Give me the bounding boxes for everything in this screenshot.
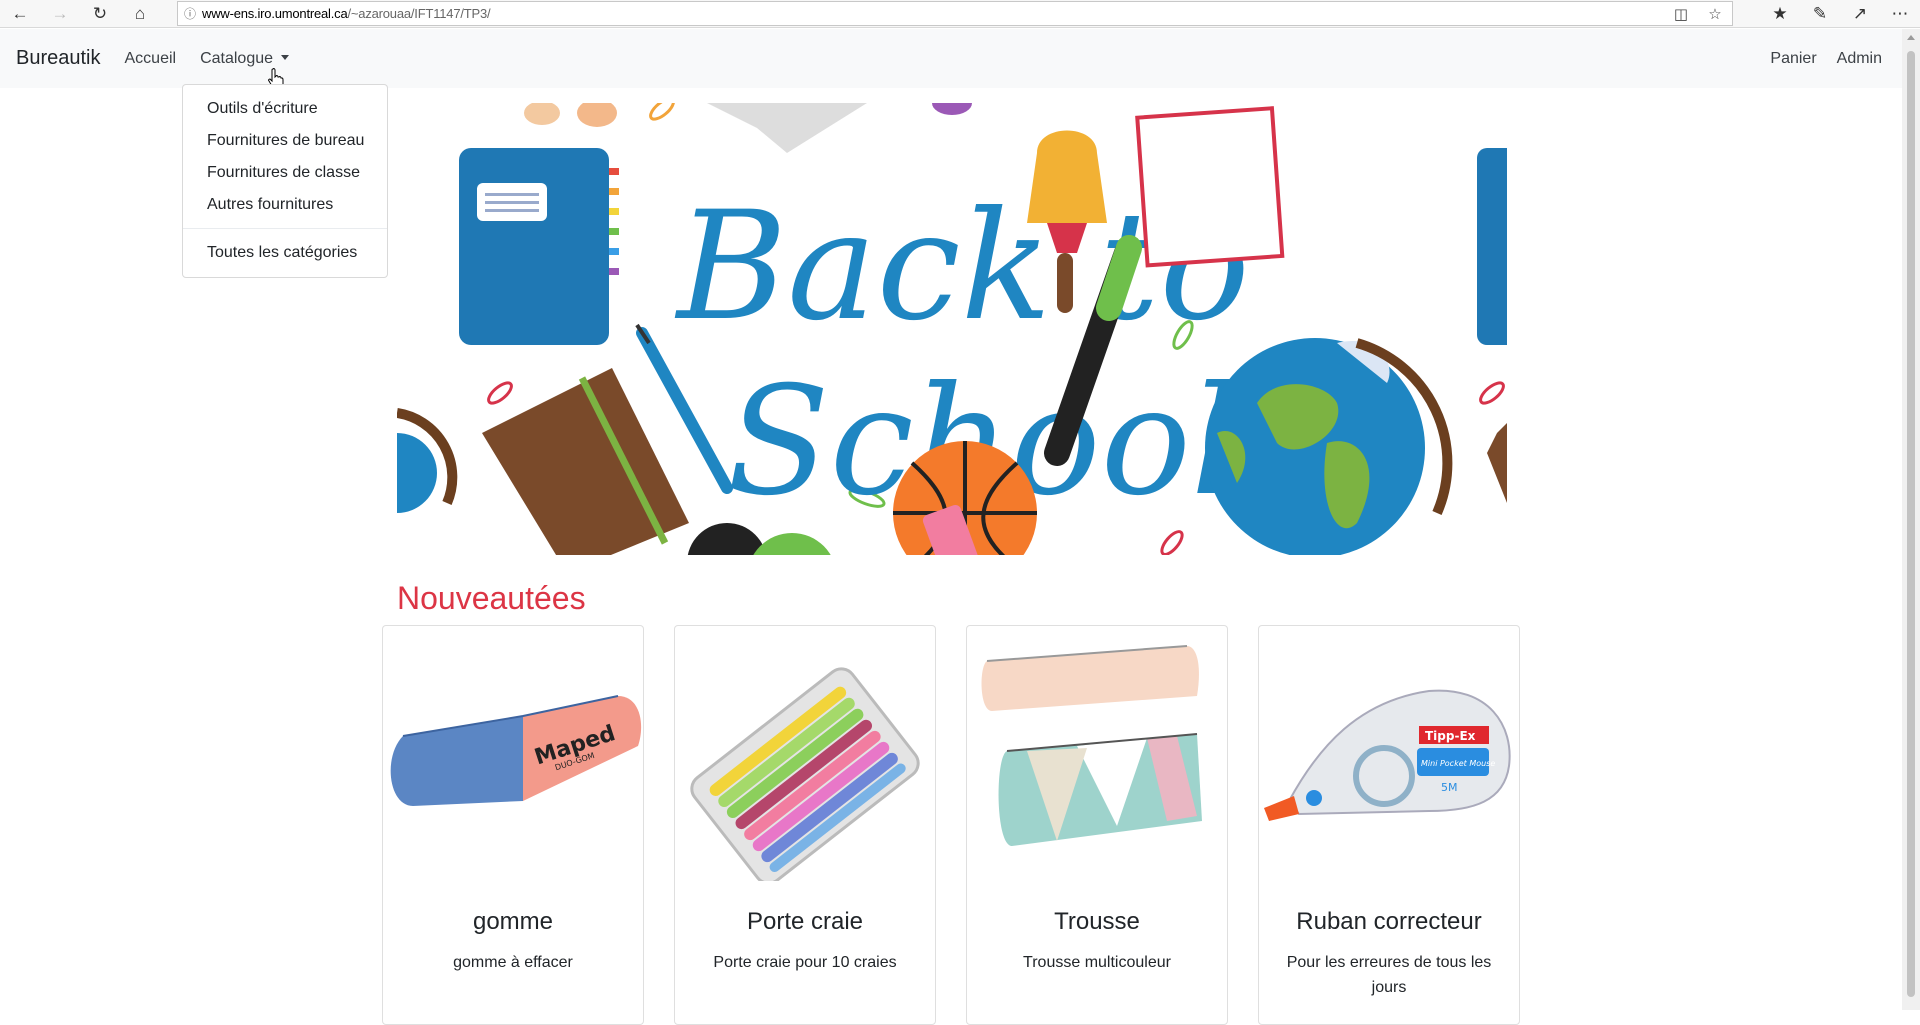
- info-icon[interactable]: ⓘ: [178, 5, 202, 22]
- more-menu-icon[interactable]: ⋯: [1880, 0, 1920, 28]
- notebook-icon: [459, 148, 619, 345]
- dropdown-item-other-supplies[interactable]: Autres fournitures: [183, 189, 387, 221]
- nav-accueil[interactable]: Accueil: [125, 50, 177, 68]
- dropdown-item-all-categories[interactable]: Toutes les catégories: [183, 237, 387, 269]
- nav-panier[interactable]: Panier: [1770, 50, 1816, 68]
- product-card[interactable]: Trousse Trousse multicouleur: [966, 625, 1228, 1025]
- product-description: Pour les erreures de tous les jours: [1286, 954, 1492, 996]
- left-globe-icon: [397, 408, 458, 513]
- address-bar[interactable]: ⓘ www-ens.iro.umontreal.ca/~azarouaa/IFT…: [177, 1, 1733, 26]
- correction-tape-product-image[interactable]: Tipp-Ex Mini Pocket Mouse 5M: [1259, 626, 1519, 881]
- product-title[interactable]: Porte craie: [675, 908, 935, 936]
- product-card[interactable]: Porte craie Porte craie pour 10 craies: [674, 625, 936, 1025]
- section-title-new-products: Nouveautées: [397, 580, 586, 616]
- refresh-icon[interactable]: ↻: [80, 0, 120, 28]
- eraser-product-image[interactable]: Maped DUO-GOM: [383, 626, 643, 881]
- nav-catalogue-label: Catalogue: [200, 49, 274, 67]
- reading-view-icon[interactable]: ◫: [1664, 5, 1698, 23]
- back-to-school-illustration: Back to School: [397, 103, 1507, 555]
- product-card-grid: Maped DUO-GOM gomme gomme à effacer Port…: [382, 625, 1524, 1025]
- catalogue-dropdown-menu: Outils d'écriture Fournitures de bureau …: [182, 84, 388, 278]
- brown-notebook-icon: [482, 368, 689, 555]
- product-title[interactable]: Ruban correcteur: [1259, 908, 1519, 936]
- chalk-holder-product-image[interactable]: [675, 626, 935, 881]
- home-icon[interactable]: ⌂: [120, 0, 160, 28]
- hero-banner: Back to School: [397, 103, 1507, 555]
- favorite-star-icon[interactable]: ☆: [1698, 5, 1732, 23]
- browser-toolbar: ← → ↻ ⌂ ⓘ www-ens.iro.umontreal.ca/~azar…: [0, 0, 1920, 28]
- tape-size: 5M: [1441, 781, 1458, 794]
- url-path: /~azarouaa/IFT1147/TP3/: [347, 6, 491, 21]
- product-description: gomme à effacer: [453, 954, 573, 971]
- caret-down-icon: [281, 54, 290, 60]
- scrollbar-thumb[interactable]: [1907, 51, 1915, 997]
- tape-brand-sub: Mini Pocket Mouse: [1421, 759, 1495, 768]
- dropdown-item-class-supplies[interactable]: Fournitures de classe: [183, 157, 387, 189]
- nav-catalogue-toggle[interactable]: Catalogue: [200, 49, 290, 68]
- grid-paper-icon: [1135, 106, 1285, 268]
- nav-admin[interactable]: Admin: [1837, 50, 1882, 68]
- dropdown-item-office-supplies[interactable]: Fournitures de bureau: [183, 125, 387, 157]
- product-description: Trousse multicouleur: [1023, 954, 1171, 971]
- site-navbar: Bureautik Accueil Catalogue Panier Admin: [0, 29, 1902, 88]
- favorites-hub-icon[interactable]: ★: [1760, 0, 1800, 28]
- product-title[interactable]: gomme: [383, 908, 643, 936]
- url-text[interactable]: www-ens.iro.umontreal.ca/~azarouaa/IFT11…: [202, 6, 1664, 21]
- back-arrow-icon[interactable]: ←: [0, 0, 40, 28]
- globe-icon: [1205, 338, 1453, 555]
- url-host: www-ens.iro.umontreal.ca: [202, 6, 348, 21]
- product-description: Porte craie pour 10 craies: [713, 954, 897, 971]
- dropdown-item-writing-tools[interactable]: Outils d'écriture: [183, 93, 387, 125]
- dropdown-divider: [183, 228, 387, 229]
- scroll-up-arrow-icon[interactable]: [1907, 35, 1915, 40]
- tape-brand: Tipp-Ex: [1425, 729, 1476, 743]
- brand-logo[interactable]: Bureautik: [16, 47, 101, 70]
- pen-notes-icon[interactable]: ✎: [1800, 0, 1840, 28]
- forward-arrow-icon[interactable]: →: [40, 0, 80, 28]
- product-title[interactable]: Trousse: [967, 908, 1227, 936]
- pencil-case-product-image[interactable]: [967, 626, 1227, 881]
- share-icon[interactable]: ↗: [1840, 0, 1880, 28]
- page-scrollbar[interactable]: [1902, 29, 1920, 1010]
- product-card[interactable]: Maped DUO-GOM gomme gomme à effacer: [382, 625, 644, 1025]
- product-card[interactable]: Tipp-Ex Mini Pocket Mouse 5M Ruban corre…: [1258, 625, 1520, 1025]
